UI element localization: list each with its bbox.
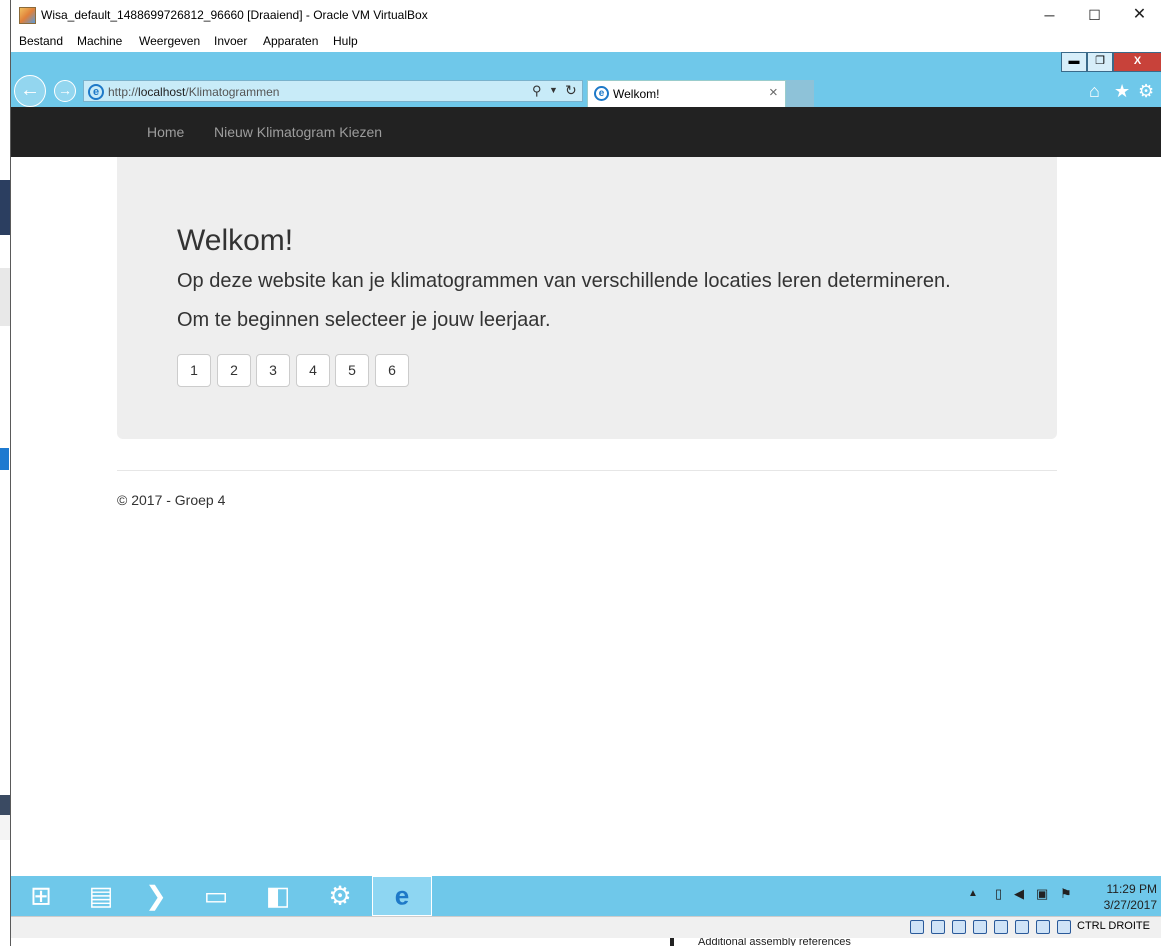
- intro-text: Op deze website kan je klimatogrammen va…: [177, 270, 951, 292]
- instruction-text: Om te beginnen selecteer je jouw leerjaa…: [177, 309, 551, 331]
- tab-close-icon[interactable]: ×: [769, 84, 778, 101]
- window-titlebar: Wisa_default_1488699726812_96660 [Draaie…: [11, 0, 1161, 31]
- host-window-edge: [670, 938, 674, 946]
- guest-screen: ▬ ❐ X ← → e http://localhost/Klimatogram…: [11, 52, 1161, 916]
- server-manager-icon: ▤: [88, 880, 114, 911]
- ie-toolbar: ▬ ❐ X ← → e http://localhost/Klimatogram…: [11, 52, 1161, 107]
- back-button[interactable]: ←: [14, 75, 46, 107]
- display-icon[interactable]: [1036, 920, 1050, 934]
- taskbar-internet-explorer[interactable]: e: [372, 876, 432, 916]
- host-window-text: Additional assembly references: [698, 938, 851, 946]
- menu-bestand[interactable]: Bestand: [19, 34, 63, 48]
- battery-icon[interactable]: ▯: [995, 886, 1002, 916]
- year-button-3[interactable]: 3: [256, 354, 290, 387]
- gears-icon: ⚙: [328, 880, 352, 911]
- taskbar-services[interactable]: ⚙: [310, 876, 370, 916]
- minimize-button[interactable]: ─: [1027, 0, 1072, 31]
- menu-apparaten[interactable]: Apparaten: [263, 34, 318, 48]
- ie-window-controls: ▬ ❐ X: [1061, 52, 1161, 72]
- settings-gear-icon[interactable]: ⚙: [1138, 81, 1154, 102]
- mouse-integration-icon[interactable]: [1057, 920, 1071, 934]
- close-button[interactable]: ✕: [1117, 0, 1161, 31]
- year-button-1[interactable]: 1: [177, 354, 211, 387]
- forward-button[interactable]: →: [54, 80, 76, 102]
- network-adapter-icon[interactable]: [973, 920, 987, 934]
- show-hidden-icons-chevron-icon[interactable]: ▲: [968, 888, 978, 916]
- taskbar-powershell[interactable]: ❯: [126, 876, 186, 916]
- address-bar[interactable]: e http://localhost/Klimatogrammen ⚲ ▼ ↻: [83, 80, 583, 102]
- page-heading: Welkom!: [177, 224, 294, 257]
- tab-title: Welkom!: [613, 87, 660, 101]
- year-button-6[interactable]: 6: [375, 354, 409, 387]
- action-center-flag-icon[interactable]: ⚑: [1060, 886, 1072, 916]
- ie-restore-button[interactable]: ❐: [1087, 52, 1113, 72]
- nav-home-link[interactable]: Home: [147, 124, 184, 140]
- virtualbox-statusbar: CTRL DROITE: [11, 916, 1161, 938]
- ie-logo-icon: e: [594, 86, 609, 101]
- optical-drive-icon[interactable]: [931, 920, 945, 934]
- tool-icon: ◧: [265, 880, 291, 911]
- footer-copyright: © 2017 - Groep 4: [117, 492, 226, 508]
- year-button-2[interactable]: 2: [217, 354, 251, 387]
- floppy-icon[interactable]: [952, 920, 966, 934]
- virtualbox-window: Wisa_default_1488699726812_96660 [Draaie…: [10, 0, 1161, 946]
- dropdown-icon[interactable]: ▼: [549, 85, 558, 95]
- menu-weergeven[interactable]: Weergeven: [139, 34, 200, 48]
- site-navbar: Home Nieuw Klimatogram Kiezen: [11, 107, 1161, 157]
- powershell-icon: ❯: [145, 880, 167, 911]
- clock-time: 11:29 PM: [1106, 882, 1157, 896]
- back-arrow-icon: ←: [20, 79, 40, 101]
- menu-invoer[interactable]: Invoer: [214, 34, 247, 48]
- hard-disk-icon[interactable]: [910, 920, 924, 934]
- volume-muted-icon[interactable]: ◀: [1014, 886, 1024, 916]
- taskbar-tool[interactable]: ◧: [248, 876, 308, 916]
- year-button-4[interactable]: 4: [296, 354, 330, 387]
- usb-icon[interactable]: [994, 920, 1008, 934]
- menubar: Bestand Machine Weergeven Invoer Apparat…: [11, 31, 1161, 52]
- menu-hulp[interactable]: Hulp: [333, 34, 358, 48]
- taskbar-file-explorer[interactable]: ▭: [186, 876, 246, 916]
- start-button[interactable]: ⊞: [11, 876, 71, 916]
- menu-machine[interactable]: Machine: [77, 34, 122, 48]
- network-icon[interactable]: ▣: [1036, 886, 1048, 916]
- guest-taskbar: ⊞ ▤ ❯ ▭ ◧ ⚙ e ▲ ▯ ◀ ▣ ⚑ 11:29 PM 3/27/20…: [11, 876, 1161, 916]
- taskbar-clock[interactable]: 11:29 PM 3/27/2017: [1071, 881, 1157, 913]
- window-title: Wisa_default_1488699726812_96660 [Draaie…: [41, 8, 428, 22]
- ie-close-button[interactable]: X: [1113, 52, 1161, 72]
- home-icon[interactable]: ⌂: [1089, 81, 1100, 102]
- host-window-fragment: [0, 448, 9, 470]
- host-window-behind: Additional assembly references: [670, 938, 1161, 946]
- host-key-label: CTRL DROITE: [1077, 920, 1150, 932]
- browser-tab[interactable]: e Welkom! ×: [587, 80, 786, 107]
- footer-divider: [117, 470, 1057, 471]
- windows-logo-icon: ⊞: [30, 880, 52, 911]
- nav-new-climatogram-link[interactable]: Nieuw Klimatogram Kiezen: [214, 124, 382, 140]
- clock-date: 3/27/2017: [1103, 898, 1157, 912]
- taskbar-server-manager[interactable]: ▤: [71, 876, 131, 916]
- url-host: localhost: [138, 85, 186, 99]
- ie-minimize-button[interactable]: ▬: [1061, 52, 1087, 72]
- virtualbox-icon: [19, 7, 36, 24]
- folder-icon: ▭: [203, 880, 229, 911]
- shared-folders-icon[interactable]: [1015, 920, 1029, 934]
- ie-logo-icon: e: [394, 880, 410, 911]
- url-scheme: http://: [108, 85, 139, 99]
- url-path: /Klimatogrammen: [185, 85, 280, 99]
- new-tab-button[interactable]: [786, 80, 814, 107]
- ie-logo-icon: e: [88, 84, 104, 100]
- refresh-icon[interactable]: ↻: [565, 82, 577, 99]
- forward-arrow-icon: →: [58, 82, 72, 98]
- jumbotron: Welkom! Op deze website kan je klimatogr…: [117, 157, 1057, 439]
- address-url[interactable]: http://localhost/Klimatogrammen: [108, 85, 279, 99]
- year-button-5[interactable]: 5: [335, 354, 369, 387]
- search-icon[interactable]: ⚲: [532, 83, 542, 99]
- favorites-star-icon[interactable]: ★: [1114, 81, 1130, 102]
- maximize-button[interactable]: ☐: [1072, 0, 1117, 31]
